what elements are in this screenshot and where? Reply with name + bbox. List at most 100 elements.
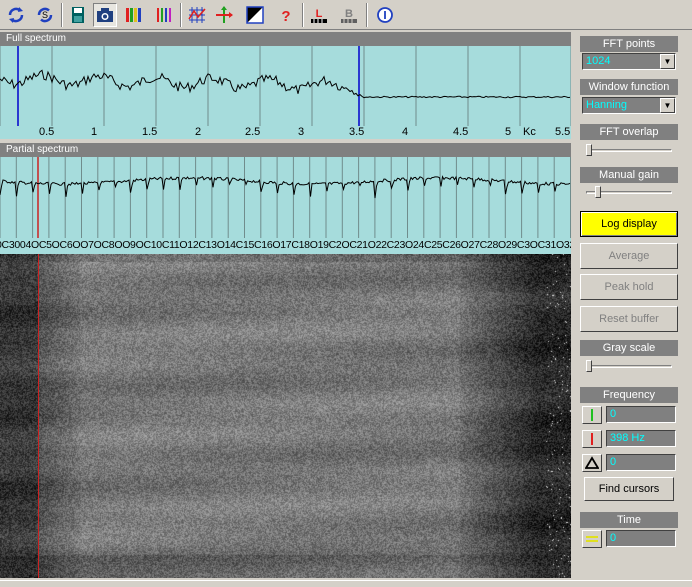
- fft-overlap-slider[interactable]: [584, 143, 674, 157]
- camera-button[interactable]: [93, 3, 117, 27]
- slider-thumb[interactable]: [586, 144, 592, 156]
- fft-points-header: FFT points: [580, 36, 678, 52]
- average-button[interactable]: Average: [580, 243, 678, 269]
- axis-label: 1: [91, 126, 98, 138]
- time-header: Time: [580, 512, 678, 528]
- axis-label: 2.5: [245, 126, 261, 138]
- marker-b-label: B: [345, 8, 353, 20]
- manual-gain-header: Manual gain: [580, 167, 678, 183]
- cursor-arrows-icon: [216, 6, 233, 23]
- control-panel: FFT points 1024 ▼ Window function Hannin…: [576, 32, 686, 580]
- axis-label: 5: [505, 126, 512, 138]
- full-spectrum-axis: 0.5 1 1.5 2 2.5 3 3.5 4 4.5 5 Kc 5.5: [0, 126, 571, 139]
- green-cursor-frequency[interactable]: 0: [606, 406, 676, 423]
- red-cursor-line[interactable]: [38, 254, 39, 578]
- help-label: ?: [281, 8, 290, 25]
- axis-label: 4.5: [453, 126, 469, 138]
- axis-label: 3.5: [349, 126, 365, 138]
- help-icon: ?: [281, 8, 290, 25]
- save-icon: [72, 7, 84, 23]
- find-cursors-button[interactable]: Find cursors: [584, 477, 674, 501]
- spectrum-trace: [0, 69, 571, 99]
- fft-overlap-header: FFT overlap: [580, 124, 678, 140]
- marker-l-label: L: [316, 8, 323, 20]
- chevron-down-icon[interactable]: ▼: [660, 98, 675, 113]
- spectrogram-canvas: [0, 254, 571, 578]
- partial-spectrum-title: Partial spectrum: [0, 143, 571, 157]
- slider-track: [586, 365, 672, 368]
- delta-button[interactable]: [582, 454, 602, 472]
- marker-b-icon: B: [341, 8, 357, 23]
- contrast-icon: [246, 6, 264, 24]
- partial-axis-labels: 0C3004OC5OC6OO7OC8OO9OC10C11O12C13O14C15…: [0, 239, 571, 251]
- manual-gain-slider[interactable]: [584, 185, 674, 199]
- window-function-select[interactable]: Hanning ▼: [582, 97, 676, 114]
- color-bars-icon: [126, 8, 141, 22]
- status-bar: [0, 580, 692, 587]
- gray-scale-slider[interactable]: [584, 359, 674, 373]
- color-bars-button[interactable]: [122, 3, 146, 27]
- window-function-value: Hanning: [586, 99, 627, 111]
- fft-points-value: 1024: [586, 55, 611, 67]
- delta-icon: [585, 456, 599, 469]
- spectrogram[interactable]: [0, 254, 571, 578]
- axis-label: 2: [195, 126, 202, 138]
- rotate-s-icon: S: [37, 7, 53, 23]
- spectrum-analyzer-window: S ? L B Full spectrum 0.5 1 1.5 2 2.5 3 …: [0, 0, 692, 587]
- toolbar: S ? L B: [0, 0, 692, 30]
- delta-frequency[interactable]: 0: [606, 454, 676, 471]
- save-button[interactable]: [66, 3, 90, 27]
- time-value[interactable]: 0: [606, 530, 676, 547]
- time-cursor-icon: [586, 536, 598, 542]
- partial-spectrum-graph: [0, 157, 571, 238]
- red-cursor-button[interactable]: [582, 430, 602, 448]
- marker-b-button[interactable]: B: [337, 3, 361, 27]
- green-cursor-button[interactable]: [582, 406, 602, 424]
- grid-icon: [188, 7, 206, 23]
- time-cursor-button[interactable]: [582, 530, 602, 548]
- toolbar-separator: [302, 3, 304, 27]
- cursor-arrows-button[interactable]: [212, 3, 236, 27]
- axis-unit-label: Kc: [523, 126, 536, 138]
- full-spectrum-plot[interactable]: [0, 46, 571, 126]
- toolbar-separator: [366, 3, 368, 27]
- partial-spectrum-plot[interactable]: [0, 157, 571, 238]
- log-display-button[interactable]: Log display: [580, 211, 678, 237]
- partial-spectrum-axis: 0C3004OC5OC6OO7OC8OO9OC10C11O12C13O14C15…: [0, 238, 571, 254]
- peak-hold-button[interactable]: Peak hold: [580, 274, 678, 300]
- full-spectrum-title: Full spectrum: [0, 32, 571, 46]
- marker-l-button[interactable]: L: [307, 3, 331, 27]
- refresh-button[interactable]: [4, 3, 28, 27]
- vertical-lines-icon: [157, 8, 171, 22]
- info-icon: [377, 7, 393, 23]
- rotate-s-label: S: [42, 10, 48, 20]
- frequency-header: Frequency: [580, 387, 678, 403]
- grid-button[interactable]: [185, 3, 209, 27]
- camera-icon: [97, 8, 113, 22]
- gray-scale-header: Gray scale: [580, 340, 678, 356]
- contrast-button[interactable]: [243, 3, 267, 27]
- toolbar-separator: [180, 3, 182, 27]
- reset-buffer-button[interactable]: Reset buffer: [580, 306, 678, 332]
- slider-track: [586, 149, 672, 152]
- marker-l-icon: L: [311, 8, 327, 23]
- axis-label: 3: [298, 126, 305, 138]
- slider-thumb[interactable]: [595, 186, 601, 198]
- toolbar-separator: [61, 3, 63, 27]
- help-button[interactable]: ?: [274, 3, 298, 27]
- full-spectrum-graph: [0, 46, 571, 126]
- chevron-down-icon[interactable]: ▼: [660, 54, 675, 69]
- vertical-lines-button[interactable]: [152, 3, 176, 27]
- red-cursor-icon: [591, 433, 593, 445]
- axis-label: 5.5: [555, 126, 571, 138]
- rotate-s-button[interactable]: S: [33, 3, 57, 27]
- axis-label: 0.5: [39, 126, 55, 138]
- info-button[interactable]: [373, 3, 397, 27]
- spectrum-trace: [0, 175, 571, 199]
- green-cursor-icon: [591, 409, 593, 421]
- slider-thumb[interactable]: [586, 360, 592, 372]
- window-function-header: Window function: [580, 79, 678, 95]
- refresh-icon: [8, 7, 24, 23]
- fft-points-select[interactable]: 1024 ▼: [582, 53, 676, 70]
- red-cursor-frequency[interactable]: 398 Hz: [606, 430, 676, 447]
